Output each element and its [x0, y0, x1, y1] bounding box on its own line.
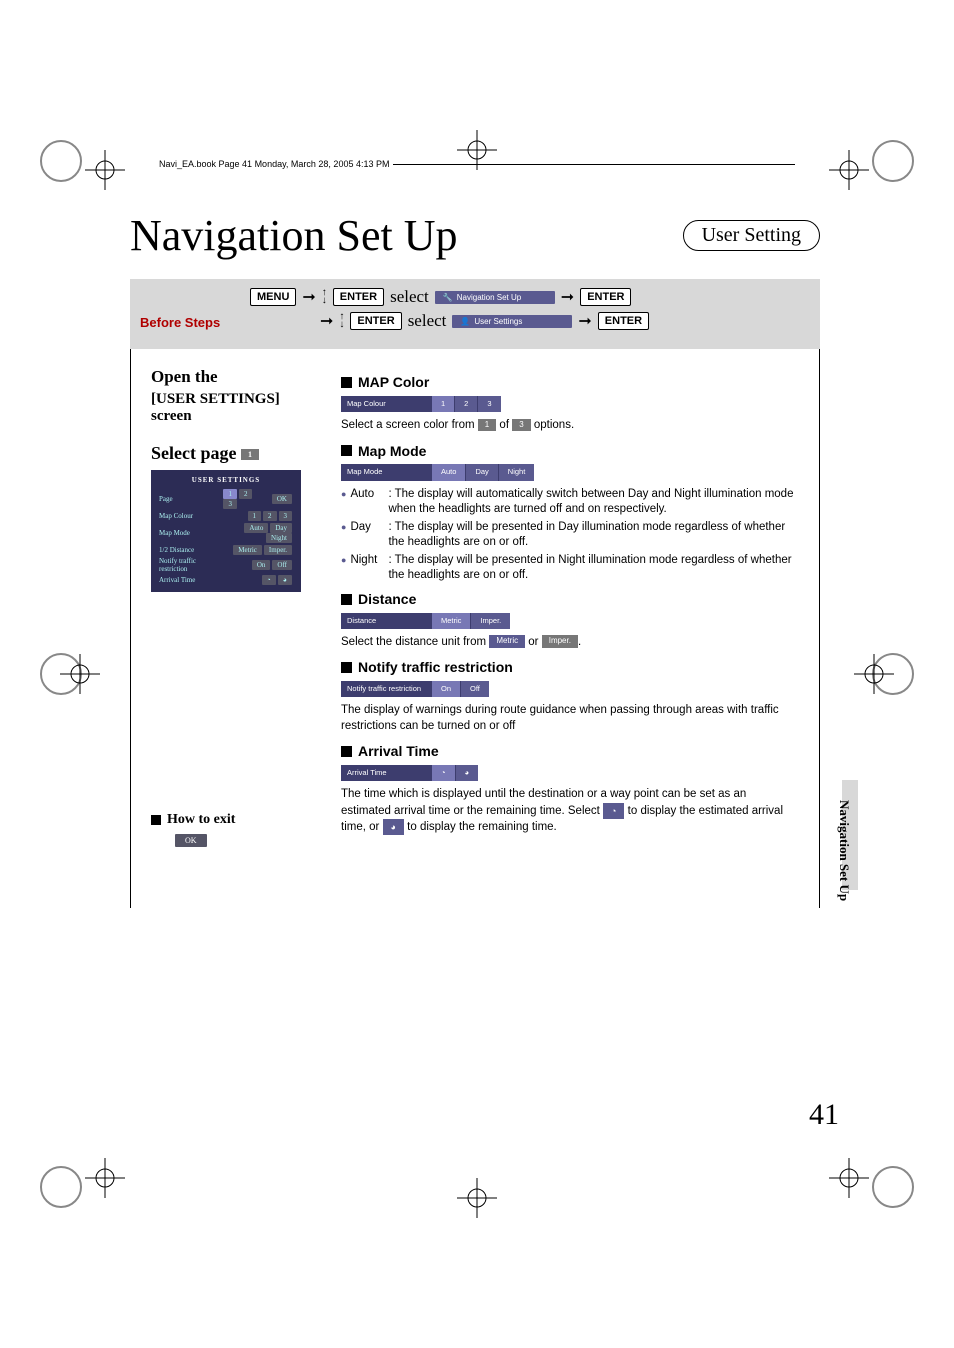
user-settings-chip[interactable]: 👤 User Settings: [452, 315, 572, 328]
updown-icon-2: ↑↓: [339, 313, 344, 329]
notify-opt-off[interactable]: Off: [460, 681, 489, 697]
distance-opt-metric[interactable]: Metric: [431, 613, 470, 629]
before-steps-box: Before Steps MENU ➞ ↑↓ ENTER select 🔧 Na…: [130, 279, 820, 349]
distance-bar-label: Distance: [341, 613, 431, 629]
arrival-opt-a[interactable]: ◔: [431, 765, 455, 781]
distance-opt-imper[interactable]: Imper.: [470, 613, 510, 629]
chip-3: 3: [512, 419, 530, 432]
distance-option-bar: Distance Metric Imper.: [341, 613, 799, 629]
arrow-right-icon-3: ➞: [320, 311, 333, 331]
square-bullet-icon: [341, 377, 352, 388]
square-bullet-icon: [341, 662, 352, 673]
mapmode-night-row: ●Night: The display will be presented in…: [341, 553, 799, 584]
mini-row-mapmode: Map ModeAutoDayNight: [157, 522, 295, 544]
mapmode-auto-row: ●Auto: The display will automatically sw…: [341, 487, 799, 518]
arrival-desc: The time which is displayed until the de…: [341, 787, 799, 836]
distance-heading: Distance: [341, 590, 799, 609]
arrow-right-icon-2: ➞: [561, 287, 574, 307]
square-bullet-icon: [341, 594, 352, 605]
select-label-2: select: [408, 311, 447, 331]
side-tab-label: Navigation Set Up: [836, 800, 852, 901]
updown-icon: ↑↓: [322, 289, 327, 305]
menu-button[interactable]: MENU: [250, 288, 296, 306]
how-to-exit-heading: How to exit: [151, 812, 341, 828]
mapmode-opt-day[interactable]: Day: [465, 464, 497, 480]
square-bullet-icon: [341, 445, 352, 456]
bullet-icon: ●: [341, 487, 346, 518]
mini-row-arrival: Arrival Time◔◕: [157, 574, 295, 586]
mini-title: USER SETTINGS: [157, 476, 295, 484]
user-settings-screenshot: USER SETTINGS Page123OK Map Colour123 Ma…: [151, 470, 301, 592]
mapmode-opt-night[interactable]: Night: [498, 464, 535, 480]
mini-row-notify: Notify traffic restrictionOnOff: [157, 556, 295, 574]
left-column: Open the [USER SETTINGS] screen Select p…: [151, 367, 341, 848]
mapcolor-heading: MAP Color: [341, 373, 799, 392]
mapmode-opt-auto[interactable]: Auto: [431, 464, 465, 480]
mapcolor-opt-3[interactable]: 3: [477, 396, 500, 412]
chip-imper: Imper.: [542, 635, 578, 648]
ok-button[interactable]: OK: [175, 834, 207, 847]
square-bullet-icon: [341, 746, 352, 757]
arrival-option-bar: Arrival Time ◔ ◕: [341, 765, 799, 781]
chip-1: 1: [478, 419, 496, 432]
mapcolor-opt-1[interactable]: 1: [431, 396, 454, 412]
bullet-icon: ●: [341, 520, 346, 551]
body-frame: Open the [USER SETTINGS] screen Select p…: [130, 349, 820, 908]
right-column: MAP Color Map Colour 1 2 3 Select a scre…: [341, 367, 799, 848]
mapcolor-bar-label: Map Colour: [341, 396, 431, 412]
mapmode-heading: Map Mode: [341, 442, 799, 461]
enter-button-2[interactable]: ENTER: [580, 288, 631, 306]
clock-icon-a: ◔: [603, 803, 624, 819]
step-row-2: ➞ ↑↓ ENTER select 👤 User Settings ➞ ENTE…: [320, 311, 810, 331]
square-bullet-icon: [151, 815, 161, 825]
distance-desc: Select the distance unit from Metric or …: [341, 635, 799, 651]
mapcolor-option-bar: Map Colour 1 2 3: [341, 396, 799, 412]
arrival-bar-label: Arrival Time: [341, 765, 431, 781]
page-title: Navigation Set Up: [130, 210, 458, 261]
bullet-icon: ●: [341, 553, 346, 584]
chip-metric: Metric: [489, 635, 525, 648]
notify-heading: Notify traffic restriction: [341, 658, 799, 677]
select-page-heading: Select page 1: [151, 443, 341, 464]
title-row: Navigation Set Up User Setting: [130, 210, 820, 261]
notify-bar-label: Notify traffic restriction: [341, 681, 431, 697]
page-number: 41: [809, 1098, 839, 1132]
open-line2: [USER SETTINGS]: [151, 391, 341, 408]
nav-setup-chip[interactable]: 🔧 Navigation Set Up: [435, 291, 555, 304]
notify-option-bar: Notify traffic restriction On Off: [341, 681, 799, 697]
open-line3: screen: [151, 408, 341, 425]
mini-row-page: Page123OK: [157, 488, 295, 510]
mapmode-bar-label: Map Mode: [341, 464, 431, 480]
arrival-opt-b[interactable]: ◕: [455, 765, 479, 781]
arrow-right-icon-4: ➞: [578, 311, 591, 331]
before-steps-label: Before Steps: [140, 315, 220, 330]
mapmode-day-row: ●Day: The display will be presented in D…: [341, 520, 799, 551]
step-row-1: MENU ➞ ↑↓ ENTER select 🔧 Navigation Set …: [250, 287, 810, 307]
section-pill: User Setting: [683, 220, 820, 251]
open-line1: Open the: [151, 367, 341, 387]
arrival-heading: Arrival Time: [341, 742, 799, 761]
enter-button-4[interactable]: ENTER: [598, 312, 649, 330]
page-1-chip[interactable]: 1: [241, 449, 259, 460]
mapcolor-opt-2[interactable]: 2: [454, 396, 477, 412]
notify-opt-on[interactable]: On: [431, 681, 460, 697]
mapmode-option-bar: Map Mode Auto Day Night: [341, 464, 799, 480]
mapcolor-desc: Select a screen color from 1 of 3 option…: [341, 418, 799, 434]
enter-button-3[interactable]: ENTER: [350, 312, 401, 330]
notify-desc: The display of warnings during route gui…: [341, 703, 799, 734]
mini-row-mapcolour: Map Colour123: [157, 510, 295, 522]
clock-icon-b: ◕: [383, 819, 404, 835]
mini-row-distance: 1/2 DistanceMetricImper.: [157, 544, 295, 556]
enter-button-1[interactable]: ENTER: [333, 288, 384, 306]
select-label-1: select: [390, 287, 429, 307]
arrow-right-icon: ➞: [302, 287, 315, 307]
